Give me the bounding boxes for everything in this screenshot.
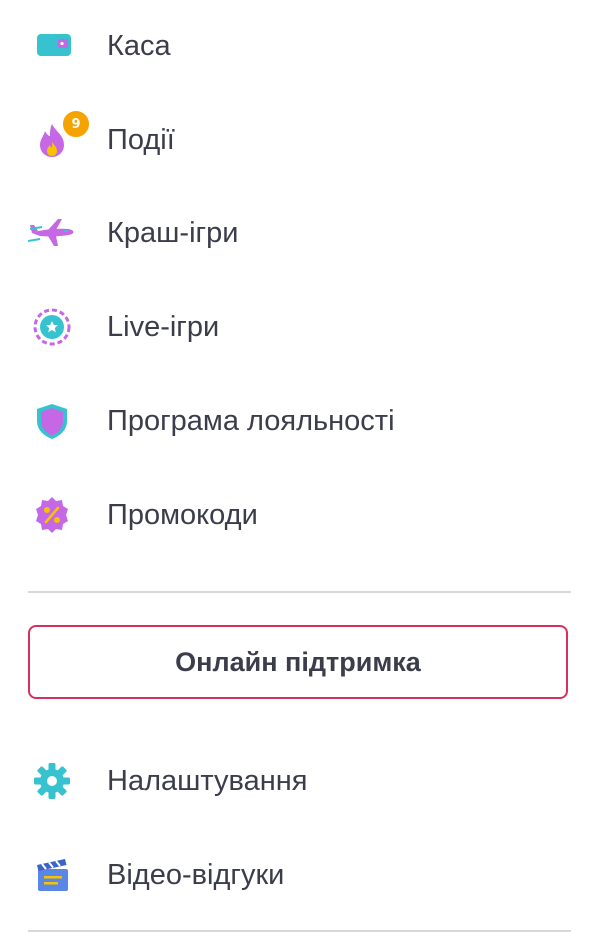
menu-item-label: Відео-відгуки	[107, 858, 285, 891]
gear-icon	[28, 757, 76, 805]
airplane-icon	[28, 209, 76, 257]
menu-item-promo-codes[interactable]: Промокоди	[28, 485, 588, 545]
menu-item-label: Live-ігри	[107, 310, 220, 343]
menu-item-live-games[interactable]: Live-ігри	[28, 297, 588, 357]
menu-item-video-reviews[interactable]: Відео-відгуки	[28, 845, 588, 905]
menu-item-cashier[interactable]: Каса	[28, 16, 588, 76]
menu-item-label: Програма лояльності	[107, 404, 395, 437]
menu-item-label: Налаштування	[107, 764, 308, 797]
clapperboard-icon	[28, 851, 76, 899]
menu-divider	[28, 591, 571, 593]
menu-item-label: Промокоди	[107, 498, 258, 531]
menu-item-events[interactable]: 9 Події	[28, 109, 588, 170]
menu-item-settings[interactable]: Налаштування	[28, 751, 588, 811]
percent-badge-icon	[28, 491, 76, 539]
wallet-icon	[28, 22, 76, 70]
menu-item-label: Краш-ігри	[107, 216, 239, 249]
live-chip-icon	[28, 303, 76, 351]
menu-item-label: Каса	[107, 29, 171, 62]
menu-item-label: Події	[107, 123, 175, 156]
menu-item-crash-games[interactable]: Краш-ігри	[28, 203, 588, 263]
notification-badge: 9	[61, 109, 91, 139]
menu-item-loyalty-program[interactable]: Програма лояльності	[28, 391, 588, 451]
online-support-button[interactable]: Онлайн підтримка	[28, 625, 568, 699]
fire-icon: 9	[28, 109, 91, 164]
shield-icon	[28, 397, 76, 445]
menu-divider	[28, 930, 571, 932]
